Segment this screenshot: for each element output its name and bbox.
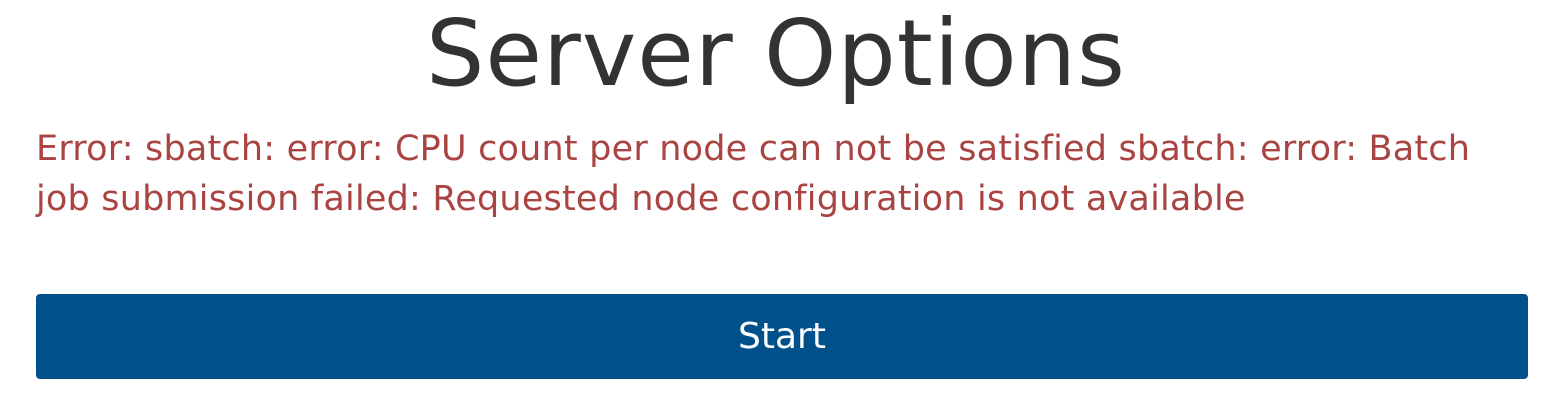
server-options-page: Server Options Error: sbatch: error: CPU… — [0, 0, 1552, 408]
page-title: Server Options — [426, 0, 1126, 107]
start-button[interactable]: Start — [36, 294, 1528, 379]
error-message: Error: sbatch: error: CPU count per node… — [36, 129, 1471, 219]
